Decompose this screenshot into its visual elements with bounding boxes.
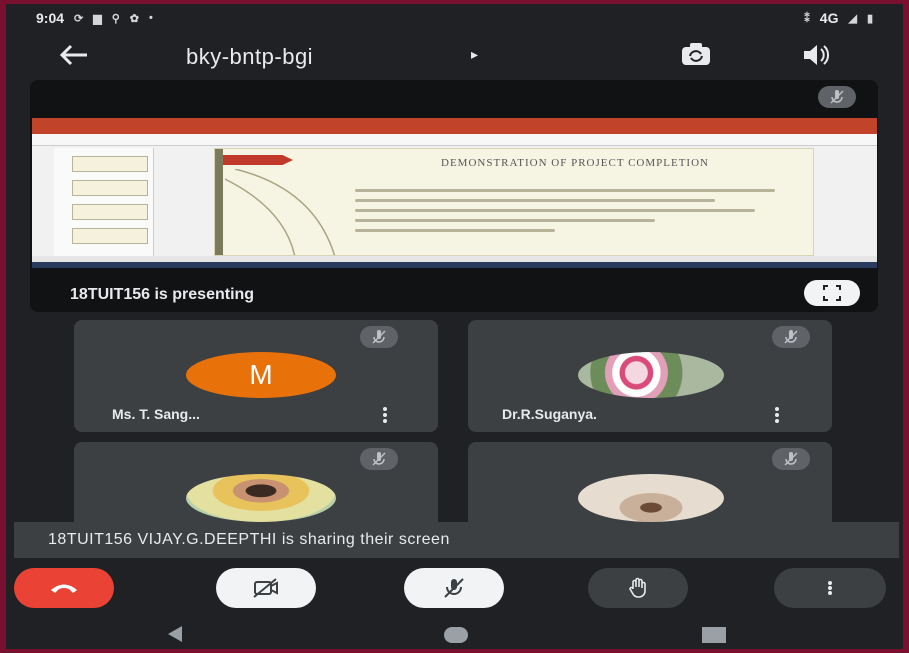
slide-accent-bar: [215, 149, 223, 255]
participant-name: Ms. T. Sang...: [112, 406, 200, 422]
slide-thumbnail: [72, 228, 148, 244]
sync-icon: ⟳: [74, 12, 84, 25]
current-slide: DEMONSTRATION OF PROJECT COMPLETION: [214, 148, 814, 256]
raise-hand-button[interactable]: [588, 568, 688, 608]
more-vert-icon[interactable]: [378, 404, 392, 426]
avatar: [578, 352, 724, 398]
nav-back-icon[interactable]: [168, 626, 182, 642]
participant-tile[interactable]: [74, 442, 438, 532]
windows-taskbar: [32, 262, 877, 268]
slide-title: DEMONSTRATION OF PROJECT COMPLETION: [441, 157, 709, 169]
back-arrow-icon[interactable]: [54, 40, 94, 70]
meet-screen: 9:04 ⟳ ▆ ⚲ ✿ • ⁑ 4G ◢ ▮ bky-bntp-bgi ▸ D…: [6, 4, 903, 649]
powerpoint-ribbon: [32, 134, 877, 146]
status-bar: 9:04 ⟳ ▆ ⚲ ✿ • ⁑ 4G ◢ ▮: [6, 4, 903, 32]
nav-home-icon[interactable]: [444, 627, 468, 643]
mic-off-icon: [772, 326, 810, 348]
device-frame: 9:04 ⟳ ▆ ⚲ ✿ • ⁑ 4G ◢ ▮ bky-bntp-bgi ▸ D…: [0, 0, 909, 653]
slide-decoration: [225, 169, 336, 255]
presenting-label: 18TUIT156 is presenting: [70, 286, 255, 303]
slide-bullet: [355, 229, 555, 232]
mic-off-icon: [818, 86, 856, 108]
more-options-button[interactable]: [774, 568, 886, 608]
network-type: 4G: [819, 10, 839, 26]
app-icon: ✿: [129, 12, 139, 25]
slide-thumbnail: [72, 180, 148, 196]
slide-bullet: [355, 189, 775, 192]
vibrate-icon: ⁑: [804, 12, 810, 25]
screen-share-toast: 18TUIT156 VIJAY.G.DEEPTHI is sharing the…: [14, 522, 899, 558]
signal-icon: ◢: [848, 12, 857, 25]
meeting-details-caret-icon[interactable]: ▸: [471, 46, 478, 63]
end-call-icon: [51, 584, 77, 593]
participant-tile[interactable]: Dr.R.Suganya.: [468, 320, 832, 432]
mic-toggle-button[interactable]: [404, 568, 504, 608]
notification-dot-icon: •: [149, 12, 153, 24]
nav-recents-icon[interactable]: [702, 627, 726, 643]
message-icon: ▆: [93, 12, 102, 25]
participant-name: Dr.R.Suganya.: [502, 406, 597, 422]
battery-icon: ▮: [866, 12, 873, 25]
search-icon: ⚲: [111, 12, 120, 25]
raise-hand-icon: [629, 577, 646, 598]
meeting-code[interactable]: bky-bntp-bgi: [186, 44, 313, 70]
speaker-icon[interactable]: [796, 38, 836, 72]
avatar: [578, 474, 724, 522]
presentation-tile[interactable]: DEMONSTRATION OF PROJECT COMPLETION 18TU…: [30, 80, 878, 312]
slide-thumbnails: [54, 148, 154, 256]
slide-thumbnail: [72, 204, 148, 220]
more-vert-icon: [823, 578, 837, 598]
participant-tile[interactable]: [468, 442, 832, 532]
mic-off-icon: [772, 448, 810, 470]
shared-screen: DEMONSTRATION OF PROJECT COMPLETION: [32, 118, 877, 268]
switch-camera-icon[interactable]: [676, 38, 716, 72]
slide-bullet: [355, 199, 715, 202]
mic-off-icon: [360, 326, 398, 348]
slide-thumbnail: [72, 156, 148, 172]
fullscreen-icon: [823, 285, 841, 301]
participant-tile[interactable]: M Ms. T. Sang...: [74, 320, 438, 432]
status-time: 9:04: [36, 10, 65, 26]
mic-off-icon: [360, 448, 398, 470]
slide-bullet: [355, 219, 655, 222]
mic-off-icon: [444, 578, 464, 598]
more-vert-icon[interactable]: [770, 404, 784, 426]
avatar: [186, 474, 336, 522]
end-call-button[interactable]: [14, 568, 114, 608]
slide-flag: [223, 155, 293, 165]
camera-toggle-button[interactable]: [216, 568, 316, 608]
powerpoint-title-bar: [32, 118, 877, 134]
android-nav-bar: [6, 614, 903, 649]
camera-off-icon: [253, 578, 278, 598]
meeting-top-bar: bky-bntp-bgi ▸: [6, 34, 903, 78]
fullscreen-button[interactable]: [804, 280, 860, 306]
slide-bullet: [355, 209, 755, 212]
avatar: M: [186, 352, 336, 398]
